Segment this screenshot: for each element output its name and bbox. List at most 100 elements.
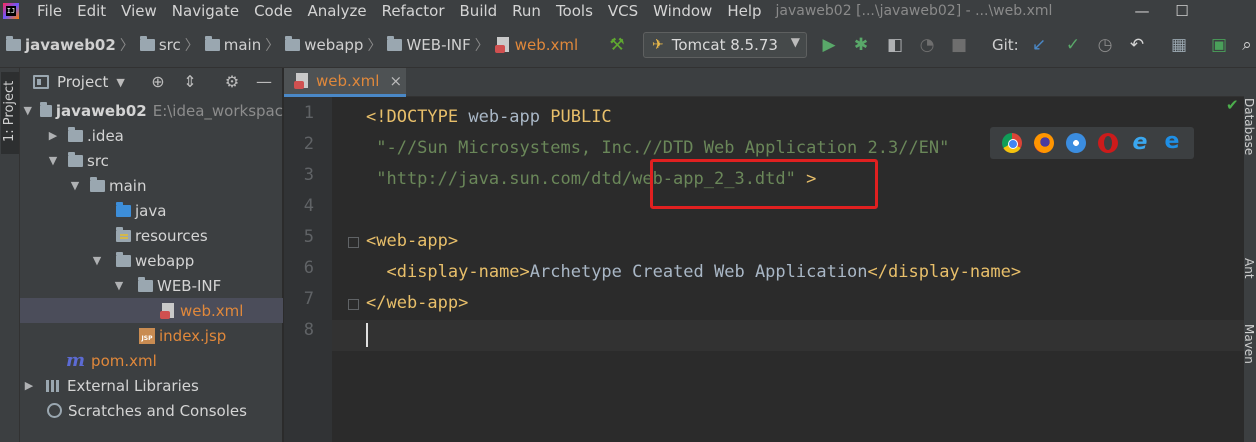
tree-item-label: index.jsp xyxy=(159,326,227,345)
menu-help[interactable]: Help xyxy=(727,2,761,20)
tree-item-main[interactable]: ▼ main xyxy=(20,173,283,198)
tree-item-java[interactable]: java xyxy=(20,198,283,223)
folder-icon xyxy=(204,35,220,51)
stop-icon[interactable]: ■ xyxy=(948,22,970,68)
inspection-ok-icon[interactable]: ✔ xyxy=(1226,96,1239,114)
git-update-icon[interactable]: ↙ xyxy=(1028,22,1050,68)
tree-item-resources[interactable]: resources xyxy=(20,223,283,248)
tree-item-label: java xyxy=(135,201,167,220)
tree-item-web-xml[interactable]: web.xml xyxy=(20,298,283,323)
tree-item-idea[interactable]: ▶ .idea xyxy=(20,123,283,148)
expand-arrow-icon[interactable]: ▶ xyxy=(46,129,60,142)
menu-build[interactable]: Build xyxy=(460,2,498,20)
expand-arrow-icon[interactable]: ▼ xyxy=(22,104,34,117)
jsp-file-icon: JSP xyxy=(139,327,155,344)
collapse-all-icon[interactable]: ⇕ xyxy=(180,71,200,93)
tree-item-web-inf[interactable]: ▼ WEB-INF xyxy=(20,273,283,298)
menu-view[interactable]: View xyxy=(121,2,157,20)
terminal-icon[interactable]: ▣ xyxy=(1208,22,1230,68)
project-panel-header: Project ▼ ⊕ ⇕ ⚙ — xyxy=(20,68,282,96)
tab-label: web.xml xyxy=(316,72,380,90)
git-history-icon[interactable]: ◷ xyxy=(1094,22,1116,68)
search-everywhere-icon[interactable]: ⌕ xyxy=(1238,22,1256,68)
chrome-icon[interactable] xyxy=(1002,133,1022,153)
menu-run[interactable]: Run xyxy=(512,2,541,20)
text-caret xyxy=(366,323,368,347)
project-view-select[interactable]: Project xyxy=(57,73,108,91)
run-config-label: Tomcat 8.5.73 xyxy=(671,36,778,54)
git-commit-icon[interactable]: ✓ xyxy=(1062,22,1084,68)
minimize-button[interactable]: — xyxy=(1122,0,1162,22)
fold-marker-icon[interactable] xyxy=(348,237,359,248)
maximize-button[interactable]: ☐ xyxy=(1162,0,1202,22)
opera-icon[interactable] xyxy=(1098,133,1118,153)
tree-item-external-libraries[interactable]: ▶ External Libraries xyxy=(20,373,283,398)
project-structure-icon[interactable]: ▦ xyxy=(1168,22,1190,68)
menu-vcs[interactable]: VCS xyxy=(608,2,638,20)
folder-icon xyxy=(68,126,83,142)
menu-edit[interactable]: Edit xyxy=(77,2,106,20)
breadcrumb-item[interactable]: web.xml xyxy=(494,36,578,54)
project-tool-window-button[interactable]: 1: Project xyxy=(1,72,19,154)
tree-item-javaweb02[interactable]: ▼ javaweb02 E:\idea_workspac xyxy=(20,98,283,123)
close-icon[interactable]: × xyxy=(389,72,402,90)
breadcrumb-item[interactable]: src 〉 xyxy=(139,35,205,55)
module-folder-icon xyxy=(39,101,52,117)
breadcrumb-item[interactable]: webapp 〉 xyxy=(285,35,387,55)
menu-refactor[interactable]: Refactor xyxy=(382,2,445,20)
fold-marker-icon[interactable] xyxy=(348,299,359,310)
maven-tool-button[interactable]: Maven xyxy=(1244,324,1256,364)
breadcrumb-item[interactable]: javaweb02 〉 xyxy=(6,35,140,55)
tree-item-label: External Libraries xyxy=(67,376,199,395)
run-icon[interactable]: ▶ xyxy=(818,22,840,68)
breadcrumb-label: webapp xyxy=(304,35,364,54)
tree-item-label: WEB-INF xyxy=(157,276,222,295)
tree-item-label: web.xml xyxy=(180,301,244,320)
maven-icon: m xyxy=(66,350,86,371)
editor-tab-bar: web.xml × xyxy=(284,68,1256,97)
tab-web-xml[interactable]: web.xml × xyxy=(284,68,406,97)
tree-item-pom-xml[interactable]: m pom.xml xyxy=(20,348,283,373)
safari-icon[interactable] xyxy=(1066,133,1086,153)
expand-arrow-icon[interactable]: ▶ xyxy=(22,379,36,392)
line-number: 8 xyxy=(303,320,314,340)
tree-item-webapp[interactable]: ▼ webapp xyxy=(20,248,283,273)
debug-icon[interactable]: ✱ xyxy=(850,22,872,68)
tree-item-index-jsp[interactable]: JSP index.jsp xyxy=(20,323,283,348)
git-rollback-icon[interactable]: ↶ xyxy=(1126,22,1148,68)
right-tool-stripe: Database Ant Maven xyxy=(1244,68,1256,442)
database-tool-button[interactable]: Database xyxy=(1244,98,1256,155)
run-configuration-select[interactable]: ✈ Tomcat 8.5.73 ▼ xyxy=(643,32,807,58)
coverage-icon[interactable]: ◧ xyxy=(884,22,906,68)
menu-window[interactable]: Window xyxy=(653,2,712,20)
breadcrumb-item[interactable]: WEB-INF 〉 xyxy=(387,35,494,55)
source-folder-icon xyxy=(116,201,131,217)
code-line-5: <web-app> xyxy=(366,231,459,251)
ie-icon[interactable]: e xyxy=(1130,132,1150,154)
gear-icon[interactable]: ⚙ xyxy=(222,71,242,93)
expand-arrow-icon[interactable]: ▼ xyxy=(68,179,82,192)
folder-icon xyxy=(139,35,155,51)
expand-arrow-icon[interactable]: ▼ xyxy=(112,279,126,292)
menu-tools[interactable]: Tools xyxy=(556,2,593,20)
ant-tool-button[interactable]: Ant xyxy=(1244,258,1256,279)
profile-icon[interactable]: ◔ xyxy=(916,22,938,68)
edge-icon[interactable]: e xyxy=(1162,131,1182,153)
build-hammer-icon[interactable]: ⚒ xyxy=(604,22,630,68)
xml-file-icon xyxy=(294,73,310,89)
expand-arrow-icon[interactable]: ▼ xyxy=(90,254,104,267)
locate-file-icon[interactable]: ⊕ xyxy=(148,71,168,93)
hide-panel-icon[interactable]: — xyxy=(254,71,274,93)
folder-icon xyxy=(6,35,21,51)
expand-arrow-icon[interactable]: ▼ xyxy=(46,154,60,167)
menu-file[interactable]: File xyxy=(37,2,62,20)
chevron-down-icon[interactable]: ▼ xyxy=(116,76,124,89)
firefox-icon[interactable] xyxy=(1034,133,1054,153)
tree-item-scratches[interactable]: Scratches and Consoles xyxy=(20,398,283,423)
breadcrumb-label: javaweb02 xyxy=(25,35,116,54)
menu-code[interactable]: Code xyxy=(254,2,292,20)
menu-navigate[interactable]: Navigate xyxy=(172,2,239,20)
breadcrumb-item[interactable]: main 〉 xyxy=(204,35,285,55)
menu-analyze[interactable]: Analyze xyxy=(307,2,366,20)
tree-item-src[interactable]: ▼ src xyxy=(20,148,283,173)
